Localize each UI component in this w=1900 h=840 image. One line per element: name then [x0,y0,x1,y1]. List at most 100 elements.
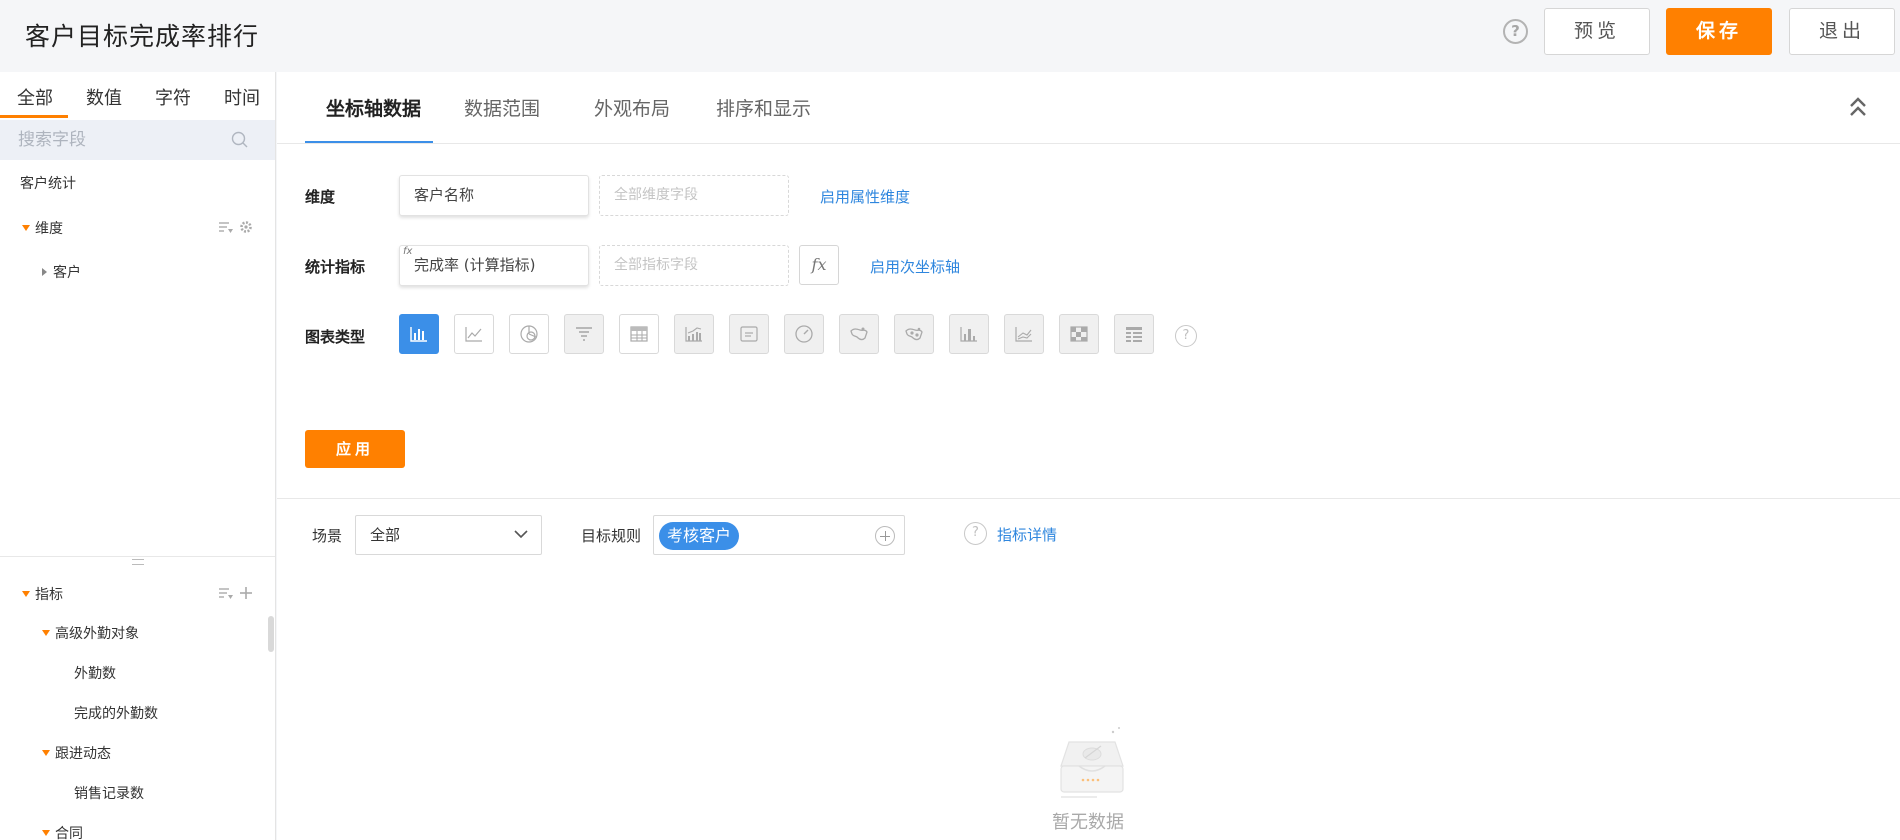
filter-list-icon[interactable] [218,220,234,234]
top-header: 客户目标完成率排行 ? 预览 保存 退出 [0,0,1900,68]
double-chevron-up-icon[interactable] [1848,96,1868,118]
dimension-group[interactable]: 维度 [22,218,63,238]
editor-tabs: 坐标轴数据 数据范围 外观布局 排序和显示 [277,72,1900,144]
chart-type-pie[interactable] [509,314,549,354]
chart-type-scatter-map[interactable] [894,314,934,354]
chart-type-pivot-table[interactable] [1114,314,1154,354]
formula-button[interactable]: fx [799,245,839,285]
question-circle-icon[interactable]: ? [1503,19,1528,44]
caret-down-icon [42,750,50,756]
dimension-drop-zone[interactable]: 全部维度字段 [599,175,789,216]
metric-field[interactable]: 销售记录数 [74,783,144,803]
scene-select-value: 全部 [370,526,401,544]
target-rule-label: 目标规则 [581,527,642,545]
apply-button[interactable]: 应用 [305,430,405,468]
tab-sort-display[interactable]: 排序和显示 [716,94,811,121]
metric-field[interactable]: 外勤数 [74,663,116,683]
empty-inbox-icon [1060,727,1124,798]
metric-drop-zone[interactable]: 全部指标字段 [599,245,789,286]
pie-chart-icon [520,325,538,343]
dimension-field-chip[interactable]: 客户名称 [399,175,589,216]
preview-button[interactable]: 预览 [1544,8,1650,55]
save-button[interactable]: 保存 [1666,8,1772,55]
scatter-chart-icon [905,327,923,341]
caret-down-icon [22,225,30,231]
metric-subgroup[interactable]: 合同 [42,823,83,840]
chart-type-bar[interactable] [399,314,439,354]
gear-icon[interactable] [238,220,254,234]
metric-subgroup[interactable]: 高级外勤对象 [42,623,139,643]
caret-down-icon [42,830,50,836]
field-panel: 全部 数值 字符 时间 客户统计 维度 客户 [0,72,276,840]
metric-label: 统计指标 [305,258,366,276]
tree-item-label: 客户 [53,265,81,281]
dimension-label: 维度 [305,188,336,206]
chart-type-area[interactable] [674,314,714,354]
heatmap-chart-icon [1070,326,1088,342]
app-root: 客户目标完成率排行 ? 预览 保存 退出 全部 数值 字符 时间 客户统计 维度 [0,0,1900,840]
chart-type-map[interactable] [839,314,879,354]
combo-bar-chart-icon [960,327,977,342]
caret-right-icon [42,268,47,276]
add-circle-icon[interactable] [875,526,895,546]
card-chart-icon [740,326,758,342]
field-tab-string[interactable]: 字符 [155,84,191,110]
field-tab-all[interactable]: 全部 [17,84,53,110]
metric-subgroup[interactable]: 跟进动态 [42,743,111,763]
bar-chart-icon [410,327,427,342]
multi-line-chart-icon [1015,327,1032,342]
chart-type-line[interactable] [454,314,494,354]
field-tab-time[interactable]: 时间 [224,84,260,110]
search-icon[interactable] [231,131,249,149]
metric-detail-link[interactable]: 指标详情 [997,524,1057,545]
panel-divider [0,556,275,557]
chart-type-gauge[interactable] [784,314,824,354]
caret-down-icon [42,630,50,636]
field-search-input[interactable] [18,127,218,153]
filter-list-icon[interactable] [218,586,234,600]
metric-field-chip[interactable]: fx 完成率 (计算指标) [399,245,589,286]
chevron-down-icon [514,530,528,539]
question-circle-icon[interactable]: ? [964,522,987,545]
page-title: 客户目标完成率排行 [25,22,260,51]
metric-group-label: 指标 [35,587,63,603]
exit-button[interactable]: 退出 [1789,8,1895,55]
field-type-tabs: 全部 数值 字符 时间 [0,72,275,119]
active-tab-underline [0,115,68,118]
tab-appearance[interactable]: 外观布局 [594,94,670,121]
empty-state-text: 暂无数据 [1052,812,1124,833]
metric-group[interactable]: 指标 [22,584,63,604]
enable-attribute-dimension-link[interactable]: 启用属性维度 [820,186,910,207]
chart-type-heatmap[interactable] [1059,314,1099,354]
scene-select[interactable]: 全部 [355,515,542,555]
target-rule-tag[interactable]: 考核客户 [659,522,740,550]
chart-type-table[interactable] [619,314,659,354]
chart-type-funnel[interactable] [564,314,604,354]
metric-subgroup-label: 合同 [55,826,83,840]
tree-item-customer[interactable]: 客户 [42,262,81,282]
resize-handle-icon[interactable] [132,559,144,565]
chart-editor: 坐标轴数据 数据范围 外观布局 排序和显示 维度 客户名称 全部维度字段 启用属… [277,72,1900,840]
enable-secondary-axis-link[interactable]: 启用次坐标轴 [870,256,960,277]
chart-type-multi-line[interactable] [1004,314,1044,354]
field-search [0,120,275,160]
caret-down-icon [22,591,30,597]
area-chart-icon [685,327,702,342]
table-chart-icon [630,326,648,342]
tab-data-range[interactable]: 数据范围 [464,94,540,121]
metric-subgroup-label: 跟进动态 [55,746,111,762]
scene-label: 场景 [312,527,343,545]
chart-type-label: 图表类型 [305,328,366,346]
section-divider [277,498,1900,499]
target-rule-selector[interactable]: 考核客户 [653,515,905,555]
scrollbar-thumb[interactable] [268,616,274,652]
line-chart-icon [465,327,482,342]
field-tab-number[interactable]: 数值 [86,84,122,110]
chart-type-help-icon[interactable]: ? [1175,325,1197,347]
plus-icon[interactable] [238,586,254,600]
tab-axis-data[interactable]: 坐标轴数据 [326,94,421,121]
metric-field-label: 完成率 (计算指标) [414,256,536,274]
chart-type-combo-bar[interactable] [949,314,989,354]
metric-field[interactable]: 完成的外勤数 [74,703,158,723]
chart-type-card[interactable] [729,314,769,354]
